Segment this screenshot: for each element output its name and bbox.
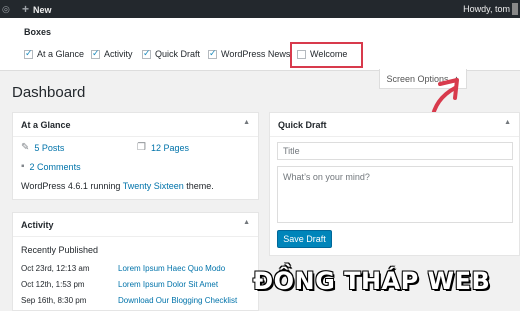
- post-date: Oct 12th, 1:53 pm: [21, 280, 85, 289]
- checkbox[interactable]: [208, 48, 217, 59]
- save-draft-button[interactable]: Save Draft: [277, 230, 332, 248]
- boxes-heading: Boxes: [24, 27, 52, 37]
- avatar[interactable]: [512, 3, 518, 15]
- list-item: Oct 12th, 1:53 pm Lorem Ipsum Dolor Sit …: [21, 280, 218, 289]
- collapse-toggle-icon[interactable]: ▲: [504, 119, 511, 126]
- checkbox[interactable]: [24, 48, 33, 59]
- draft-title-input[interactable]: Title: [277, 142, 513, 160]
- post-date: Sep 16th, 8:30 pm: [21, 296, 87, 305]
- recently-published-heading: Recently Published: [21, 245, 99, 255]
- screen-options-panel: [0, 18, 520, 71]
- option-at-a-glance[interactable]: At a Glance: [24, 47, 84, 61]
- widget-header[interactable]: Activity ▲: [13, 213, 258, 237]
- checkbox[interactable]: [142, 48, 151, 59]
- widget-title: Activity: [21, 219, 54, 230]
- option-label: Activity: [104, 49, 133, 59]
- option-activity[interactable]: Activity: [91, 47, 133, 61]
- watermark-text: ĐỒNG THÁP WEB: [253, 267, 491, 295]
- list-item: Oct 23rd, 12:13 am Lorem Ipsum Haec Quo …: [21, 264, 225, 273]
- pin-icon: ✎: [21, 142, 30, 153]
- posts-link[interactable]: ✎ 5 Posts: [21, 142, 64, 153]
- option-label: Quick Draft: [155, 49, 201, 59]
- comment-icon: ▪: [21, 161, 25, 172]
- pages-link[interactable]: ❐ 12 Pages: [137, 142, 189, 153]
- draft-content-textarea[interactable]: What’s on your mind?: [277, 166, 513, 223]
- version-info: WordPress 4.6.1 running Twenty Sixteen t…: [21, 181, 214, 191]
- post-link[interactable]: Lorem Ipsum Dolor Sit Amet: [118, 280, 218, 289]
- option-label: At a Glance: [37, 49, 85, 59]
- new-label: New: [33, 5, 52, 15]
- page-title: Dashboard: [12, 84, 86, 101]
- post-link[interactable]: Download Our Blogging Checklist: [118, 296, 237, 305]
- howdy-greeting[interactable]: Howdy, tom: [463, 3, 510, 15]
- widget-header[interactable]: Quick Draft ▲: [270, 113, 519, 137]
- option-wordpress-news[interactable]: WordPress News: [208, 47, 290, 61]
- list-item: Sep 16th, 8:30 pm Download Our Blogging …: [21, 296, 237, 305]
- widget-header[interactable]: At a Glance ▲: [13, 113, 258, 137]
- post-link[interactable]: Lorem Ipsum Haec Quo Modo: [118, 264, 225, 273]
- collapse-toggle-icon[interactable]: ▲: [243, 219, 250, 226]
- admin-bar: ◎ + New Howdy, tom: [0, 0, 520, 18]
- version-suffix: theme.: [186, 181, 214, 191]
- theme-link[interactable]: Twenty Sixteen: [123, 181, 184, 191]
- wordpress-logo-icon[interactable]: ◎: [2, 3, 14, 15]
- quick-draft-widget: Quick Draft ▲ Title What’s on your mind?…: [269, 112, 520, 256]
- post-date: Oct 23rd, 12:13 am: [21, 264, 90, 273]
- checkbox[interactable]: [91, 48, 100, 59]
- plus-icon: +: [22, 2, 30, 16]
- activity-widget: Activity ▲ Recently Published Oct 23rd, …: [12, 212, 259, 311]
- pages-icon: ❐: [137, 142, 146, 153]
- pages-count: 12 Pages: [150, 142, 189, 153]
- widget-title: At a Glance: [21, 119, 71, 130]
- at-a-glance-widget: At a Glance ▲ ✎ 5 Posts ❐ 12 Pages ▪ 2 Comm…: [12, 112, 259, 200]
- new-content-button[interactable]: + New: [22, 3, 52, 16]
- option-label: WordPress News: [221, 49, 291, 59]
- option-quick-draft[interactable]: Quick Draft: [142, 47, 200, 61]
- comments-count: 2 Comments: [29, 161, 81, 172]
- posts-count: 5 Posts: [34, 142, 65, 153]
- comments-link[interactable]: ▪ 2 Comments: [21, 161, 81, 172]
- collapse-toggle-icon[interactable]: ▲: [243, 119, 250, 126]
- welcome-highlight-box: [290, 42, 363, 68]
- version-text: WordPress 4.6.1 running: [21, 181, 121, 191]
- widget-title: Quick Draft: [278, 119, 327, 130]
